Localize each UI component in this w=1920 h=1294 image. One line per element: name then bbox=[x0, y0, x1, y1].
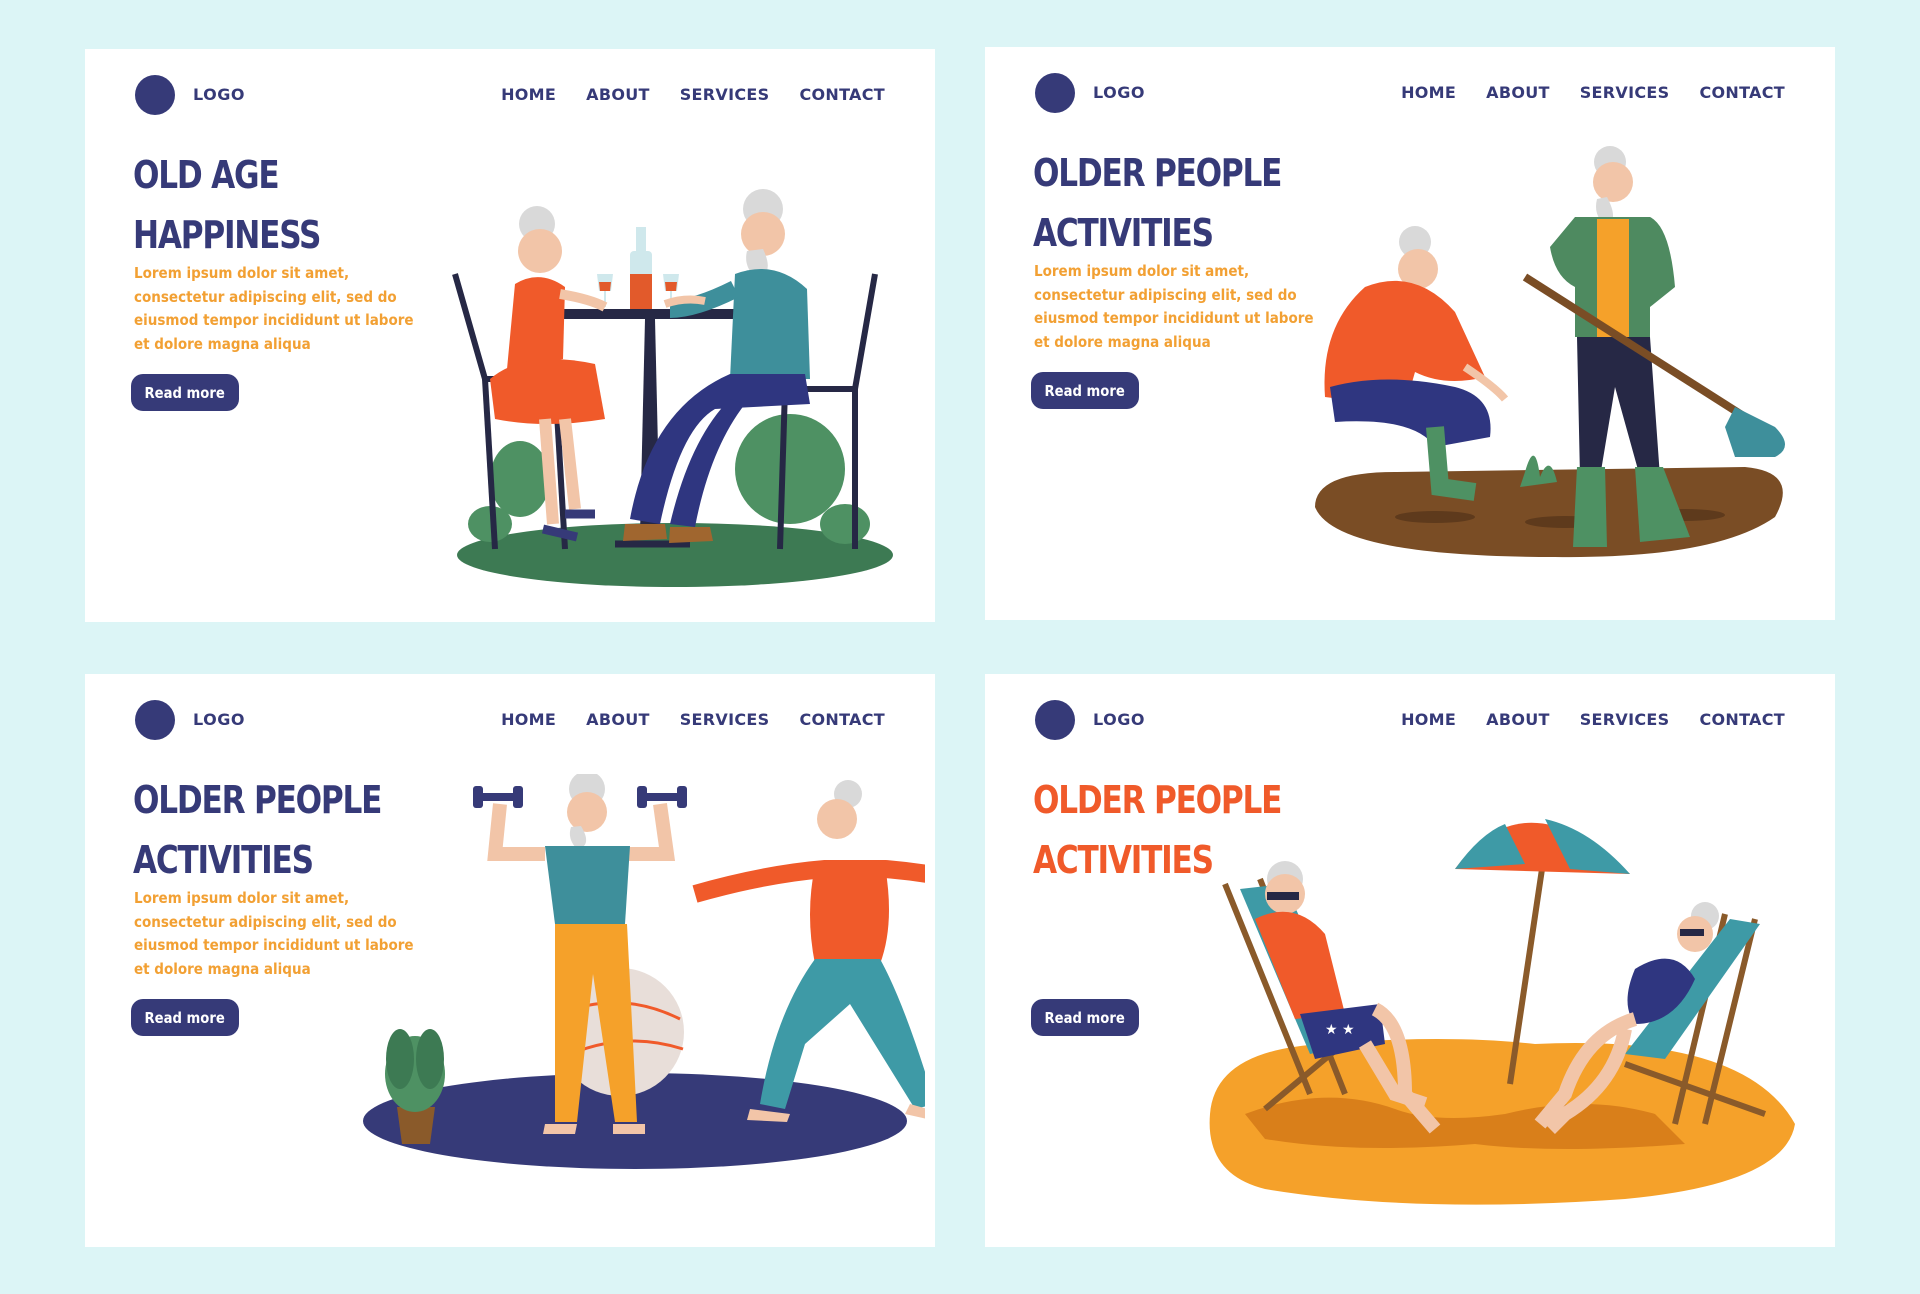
page-title: OLDER PEOPLE ACTIVITIES bbox=[1033, 143, 1282, 263]
title-line-2: ACTIVITIES bbox=[133, 838, 314, 882]
nav-bar: HOME ABOUT SERVICES CONTACT bbox=[471, 710, 885, 729]
nav-services[interactable]: SERVICES bbox=[680, 85, 770, 104]
nav-services[interactable]: SERVICES bbox=[1580, 710, 1670, 729]
read-more-button[interactable]: Read more bbox=[131, 999, 239, 1036]
read-more-label: Read more bbox=[1044, 1008, 1126, 1027]
nav-services[interactable]: SERVICES bbox=[1580, 83, 1670, 102]
gardening-couple-illustration bbox=[1315, 146, 1785, 558]
nav-home[interactable]: HOME bbox=[1401, 710, 1456, 729]
landing-card-gardening: LOGO HOME ABOUT SERVICES CONTACT OLDER P… bbox=[985, 47, 1835, 620]
title-line-2: ACTIVITIES bbox=[1033, 211, 1214, 255]
logo-icon[interactable] bbox=[135, 75, 175, 115]
read-more-button[interactable]: Read more bbox=[1031, 999, 1139, 1036]
description-text: Lorem ipsum dolor sit amet, consectetur … bbox=[134, 264, 414, 353]
logo-text[interactable]: LOGO bbox=[193, 85, 245, 104]
page-title: OLD AGE HAPPINESS bbox=[133, 145, 321, 265]
read-more-button[interactable]: Read more bbox=[1031, 372, 1139, 409]
nav-about[interactable]: ABOUT bbox=[1486, 710, 1550, 729]
cafe-couple-illustration bbox=[452, 189, 893, 587]
read-more-button[interactable]: Read more bbox=[131, 374, 239, 411]
nav-contact[interactable]: CONTACT bbox=[1699, 710, 1785, 729]
nav-contact[interactable]: CONTACT bbox=[799, 710, 885, 729]
landing-card-old-age-happiness: LOGO HOME ABOUT SERVICES CONTACT OLD AGE… bbox=[85, 49, 935, 622]
title-line-2: HAPPINESS bbox=[133, 213, 321, 257]
logo-icon[interactable] bbox=[1035, 73, 1075, 113]
nav-contact[interactable]: CONTACT bbox=[799, 85, 885, 104]
exercise-couple-illustration bbox=[363, 774, 925, 1169]
description-text: Lorem ipsum dolor sit amet, consectetur … bbox=[1034, 262, 1314, 351]
nav-contact[interactable]: CONTACT bbox=[1699, 83, 1785, 102]
logo-icon[interactable] bbox=[1035, 700, 1075, 740]
read-more-label: Read more bbox=[144, 1008, 226, 1027]
nav-bar: HOME ABOUT SERVICES CONTACT bbox=[1371, 83, 1785, 102]
logo-text[interactable]: LOGO bbox=[193, 710, 245, 729]
logo-text[interactable]: LOGO bbox=[1093, 710, 1145, 729]
title-line-1: OLDER PEOPLE bbox=[1033, 151, 1282, 195]
beach-couple-illustration: ★ ★ bbox=[1209, 819, 1795, 1205]
nav-about[interactable]: ABOUT bbox=[1486, 83, 1550, 102]
nav-about[interactable]: ABOUT bbox=[586, 710, 650, 729]
read-more-label: Read more bbox=[1044, 381, 1126, 400]
nav-services[interactable]: SERVICES bbox=[680, 710, 770, 729]
logo-icon[interactable] bbox=[135, 700, 175, 740]
landing-card-exercise: LOGO HOME ABOUT SERVICES CONTACT OLDER P… bbox=[85, 674, 935, 1247]
nav-home[interactable]: HOME bbox=[501, 85, 556, 104]
page-title: OLDER PEOPLE ACTIVITIES bbox=[133, 770, 382, 890]
title-line-1: OLD AGE bbox=[133, 153, 280, 197]
logo-text[interactable]: LOGO bbox=[1093, 83, 1145, 102]
nav-about[interactable]: ABOUT bbox=[586, 85, 650, 104]
read-more-label: Read more bbox=[144, 383, 226, 402]
nav-bar: HOME ABOUT SERVICES CONTACT bbox=[1371, 710, 1785, 729]
nav-home[interactable]: HOME bbox=[1401, 83, 1456, 102]
nav-bar: HOME ABOUT SERVICES CONTACT bbox=[471, 85, 885, 104]
landing-card-beach: LOGO HOME ABOUT SERVICES CONTACT OLDER P… bbox=[985, 674, 1835, 1247]
svg-text:★ ★: ★ ★ bbox=[1325, 1022, 1355, 1038]
nav-home[interactable]: HOME bbox=[501, 710, 556, 729]
title-line-1: OLDER PEOPLE bbox=[133, 778, 382, 822]
